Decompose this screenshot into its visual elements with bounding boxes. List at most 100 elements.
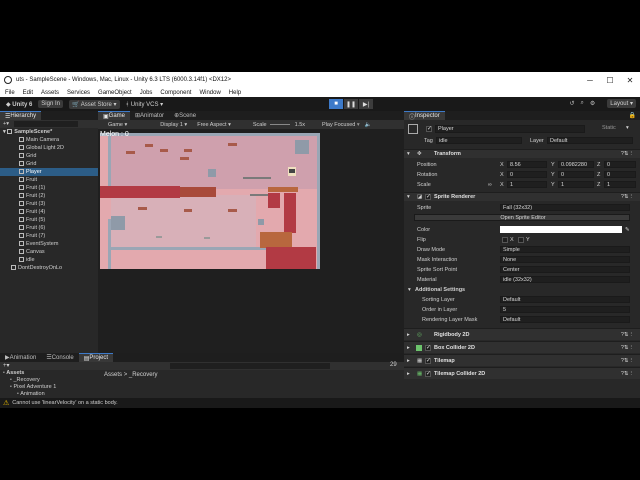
color-swatch[interactable]: [500, 226, 622, 233]
component-menu-icon[interactable]: ?⇅⋮: [621, 371, 634, 377]
tilemap-header[interactable]: ▸ ▦ Tilemap ?⇅⋮: [404, 354, 640, 366]
position-z[interactable]: 0: [604, 161, 636, 168]
game-canvas[interactable]: Melon : 0: [98, 129, 404, 353]
tilemap-collider-enabled[interactable]: [425, 370, 431, 377]
sprite-renderer-header[interactable]: ▾ ◪ Sprite Renderer ?⇅⋮: [404, 192, 640, 201]
hierarchy-item[interactable]: Fruit: [0, 176, 98, 184]
project-tree-item[interactable]: ▪ _Recovery: [0, 377, 100, 384]
hierarchy-item[interactable]: EventSystem: [0, 240, 98, 248]
open-sprite-editor-button[interactable]: Open Sprite Editor: [414, 214, 630, 221]
tab-inspector[interactable]: ⓘ Inspector: [404, 111, 445, 121]
component-menu-icon[interactable]: ?⇅⋮: [621, 345, 634, 351]
layer-dropdown[interactable]: Default: [547, 137, 633, 144]
pause-button[interactable]: ❚❚: [344, 99, 358, 109]
unity-version-button[interactable]: ◆ Unity 6: [6, 101, 32, 108]
breadcrumb-assets[interactable]: Assets: [104, 372, 122, 378]
position-y[interactable]: 0.0982280: [558, 161, 594, 168]
additional-settings-row[interactable]: ▾ Additional Settings: [404, 285, 640, 294]
unity-vcs-button[interactable]: ᚼ Unity VCS ▾: [126, 101, 164, 108]
tab-animation[interactable]: ▶ Animation: [0, 353, 41, 362]
lock-icon[interactable]: 🔒: [629, 112, 636, 119]
tilemap-enabled[interactable]: [425, 357, 431, 364]
menu-window[interactable]: Window: [199, 90, 220, 96]
game-mode-dropdown[interactable]: Game ▾: [103, 122, 127, 128]
rigidbody-header[interactable]: ▸ ◎ Rigidbody 2D ?⇅⋮: [404, 328, 640, 340]
tab-animator[interactable]: ⊞ Animator: [130, 111, 169, 120]
tab-hierarchy[interactable]: ☰ Hierarchy: [0, 111, 42, 120]
transform-header[interactable]: ▾ ✥ Transform ?⇅⋮: [404, 149, 640, 158]
close-button[interactable]: ✕: [620, 76, 640, 85]
hierarchy-scene-row[interactable]: ▾ SampleScene*: [0, 128, 98, 136]
link-icon[interactable]: ∞: [488, 182, 492, 188]
project-tree-item[interactable]: ▪ Animation: [0, 391, 100, 398]
draw-mode-dropdown[interactable]: Simple: [500, 246, 630, 253]
static-dropdown-icon[interactable]: ▾: [626, 125, 629, 131]
play-focused-dropdown[interactable]: Play Focused ▾: [317, 122, 360, 128]
eyedropper-icon[interactable]: ✎: [625, 227, 630, 233]
menu-jobs[interactable]: Jobs: [140, 90, 153, 96]
minimize-button[interactable]: ─: [580, 76, 600, 85]
menu-component[interactable]: Component: [160, 90, 191, 96]
history-icon[interactable]: ↺: [570, 100, 575, 107]
hierarchy-item[interactable]: Fruit (6): [0, 224, 98, 232]
sprite-field[interactable]: Fall (32x32): [500, 204, 630, 211]
project-tree-item[interactable]: ▪ Pixel Adventure 1: [0, 384, 100, 391]
scale-slider[interactable]: [269, 124, 290, 125]
add-asset-icon[interactable]: +▾: [3, 362, 10, 369]
tilemap-collider-header[interactable]: ▸ ▦ Tilemap Collider 2D ?⇅⋮: [404, 367, 640, 379]
component-menu-icon[interactable]: ?⇅⋮: [621, 194, 634, 200]
tab-scene[interactable]: ⊕ Scene: [169, 111, 201, 120]
hierarchy-item[interactable]: DontDestroyOnLo: [0, 264, 98, 272]
search-icon[interactable]: ⌕: [581, 100, 584, 107]
asset-store-button[interactable]: 🛒 Asset Store ▾: [68, 99, 120, 109]
hierarchy-item[interactable]: Main Camera: [0, 136, 98, 144]
sign-in-button[interactable]: Sign In: [38, 100, 63, 108]
hierarchy-item[interactable]: idle: [0, 256, 98, 264]
component-menu-icon[interactable]: ?⇅⋮: [621, 151, 634, 157]
menu-services[interactable]: Services: [67, 90, 90, 96]
flip-y-checkbox[interactable]: [518, 236, 524, 243]
status-message[interactable]: Cannot use 'linearVelocity' on a static …: [12, 400, 117, 406]
breadcrumb-recovery[interactable]: _Recovery: [129, 372, 158, 378]
hierarchy-item[interactable]: Fruit (1): [0, 184, 98, 192]
project-tree-item[interactable]: ▪ Assets: [0, 370, 100, 377]
gear-icon[interactable]: ⚙: [590, 100, 595, 107]
tab-project[interactable]: ▤ Project: [78, 353, 114, 362]
hierarchy-search-input[interactable]: [13, 120, 78, 127]
object-name-field[interactable]: Player: [435, 125, 585, 133]
sprite-renderer-enabled[interactable]: [425, 193, 431, 200]
sort-point-dropdown[interactable]: Center: [500, 266, 630, 273]
scale-z[interactable]: 1: [604, 181, 636, 188]
position-x[interactable]: 8.56: [507, 161, 547, 168]
flip-x-checkbox[interactable]: [502, 236, 508, 243]
hierarchy-item[interactable]: Player: [0, 168, 98, 176]
hierarchy-item[interactable]: Fruit (3): [0, 200, 98, 208]
display-dropdown[interactable]: Display 1 ▾: [155, 122, 187, 128]
box-collider-header[interactable]: ▸ Box Collider 2D ?⇅⋮: [404, 341, 640, 353]
component-menu-icon[interactable]: ?⇅⋮: [621, 332, 634, 338]
hierarchy-item[interactable]: Fruit (5): [0, 216, 98, 224]
mute-icon[interactable]: 🔈: [365, 122, 372, 128]
rendering-mask-dropdown[interactable]: Default: [500, 316, 630, 323]
menu-edit[interactable]: Edit: [23, 90, 33, 96]
material-field[interactable]: idle (32x32): [500, 276, 630, 283]
component-menu-icon[interactable]: ?⇅⋮: [621, 358, 634, 364]
step-button[interactable]: ▶|: [359, 99, 373, 109]
menu-assets[interactable]: Assets: [41, 90, 59, 96]
hierarchy-item[interactable]: Grid: [0, 152, 98, 160]
menu-help[interactable]: Help: [229, 90, 241, 96]
scale-y[interactable]: 1: [558, 181, 594, 188]
rotation-z[interactable]: 0: [604, 171, 636, 178]
scale-x[interactable]: 1: [507, 181, 547, 188]
box-collider-enabled[interactable]: [425, 344, 431, 351]
menu-gameobject[interactable]: GameObject: [98, 90, 132, 96]
hierarchy-item[interactable]: Global Light 2D: [0, 144, 98, 152]
tag-dropdown[interactable]: idle: [436, 137, 522, 144]
rotation-x[interactable]: 0: [507, 171, 547, 178]
play-button[interactable]: ■: [329, 99, 343, 109]
add-icon[interactable]: +▾: [3, 121, 9, 127]
sorting-layer-dropdown[interactable]: Default: [500, 296, 630, 303]
tab-console[interactable]: ☰ Console: [41, 353, 78, 362]
layout-dropdown[interactable]: Layout ▾: [607, 99, 636, 108]
order-field[interactable]: 5: [500, 306, 630, 313]
